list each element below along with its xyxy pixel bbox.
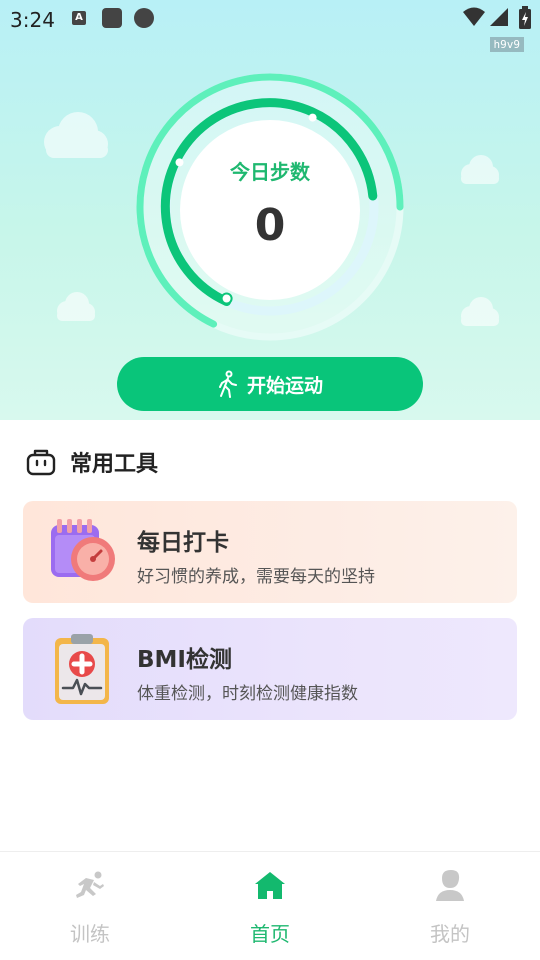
nav-label-home: 首页 — [250, 922, 290, 946]
toolbox-icon — [26, 449, 56, 476]
medical-clipboard-icon — [55, 634, 109, 704]
start-exercise-label: 开始运动 — [246, 374, 323, 397]
nav-item-mine[interactable]: 我的 — [360, 852, 540, 960]
bottom-navigation: 训练 首页 我的 — [0, 851, 540, 960]
status-time: 3:24 — [10, 8, 55, 32]
daily-checkin-card[interactable]: 每日打卡 好习惯的养成，需要每天的坚持 — [23, 501, 517, 603]
wifi-icon — [463, 7, 485, 26]
start-exercise-button[interactable]: 开始运动 — [117, 357, 423, 411]
notification-circle-icon — [134, 8, 154, 28]
run-icon — [76, 871, 104, 898]
cloud-decoration — [44, 112, 108, 158]
checkin-subtitle: 好习惯的养成，需要每天的坚持 — [137, 567, 375, 587]
nav-label-mine: 我的 — [430, 922, 470, 946]
nav-label-training: 训练 — [70, 922, 110, 946]
bmi-title: BMI检测 — [137, 647, 232, 673]
debug-tag: h9v9 — [489, 37, 524, 52]
calendar-clock-icon — [51, 519, 115, 581]
status-bar: 3:24 A h9v9 — [0, 0, 540, 52]
tools-title: 常用工具 — [70, 452, 159, 477]
person-icon — [436, 870, 464, 901]
home-icon — [255, 872, 285, 899]
nav-item-training[interactable]: 训练 — [0, 852, 180, 960]
hero-section: 3:24 A h9v9 今日步数 0 开始运动 — [0, 0, 540, 420]
signal-icon — [490, 8, 508, 26]
walking-icon — [217, 370, 239, 398]
steps-value: 0 — [254, 200, 286, 251]
notification-a-icon: A — [72, 11, 86, 25]
nav-item-home[interactable]: 首页 — [180, 852, 360, 960]
battery-icon — [519, 6, 531, 29]
cloud-decoration — [57, 292, 95, 321]
cloud-decoration — [461, 155, 499, 184]
cloud-decoration — [461, 297, 499, 326]
notification-square-icon — [102, 8, 122, 28]
steps-label: 今日步数 — [230, 160, 310, 184]
bmi-card[interactable]: BMI检测 体重检测，时刻检测健康指数 — [23, 618, 517, 720]
tools-header: 常用工具 — [26, 444, 158, 480]
checkin-title: 每日打卡 — [137, 530, 229, 556]
bmi-subtitle: 体重检测，时刻检测健康指数 — [137, 684, 358, 704]
